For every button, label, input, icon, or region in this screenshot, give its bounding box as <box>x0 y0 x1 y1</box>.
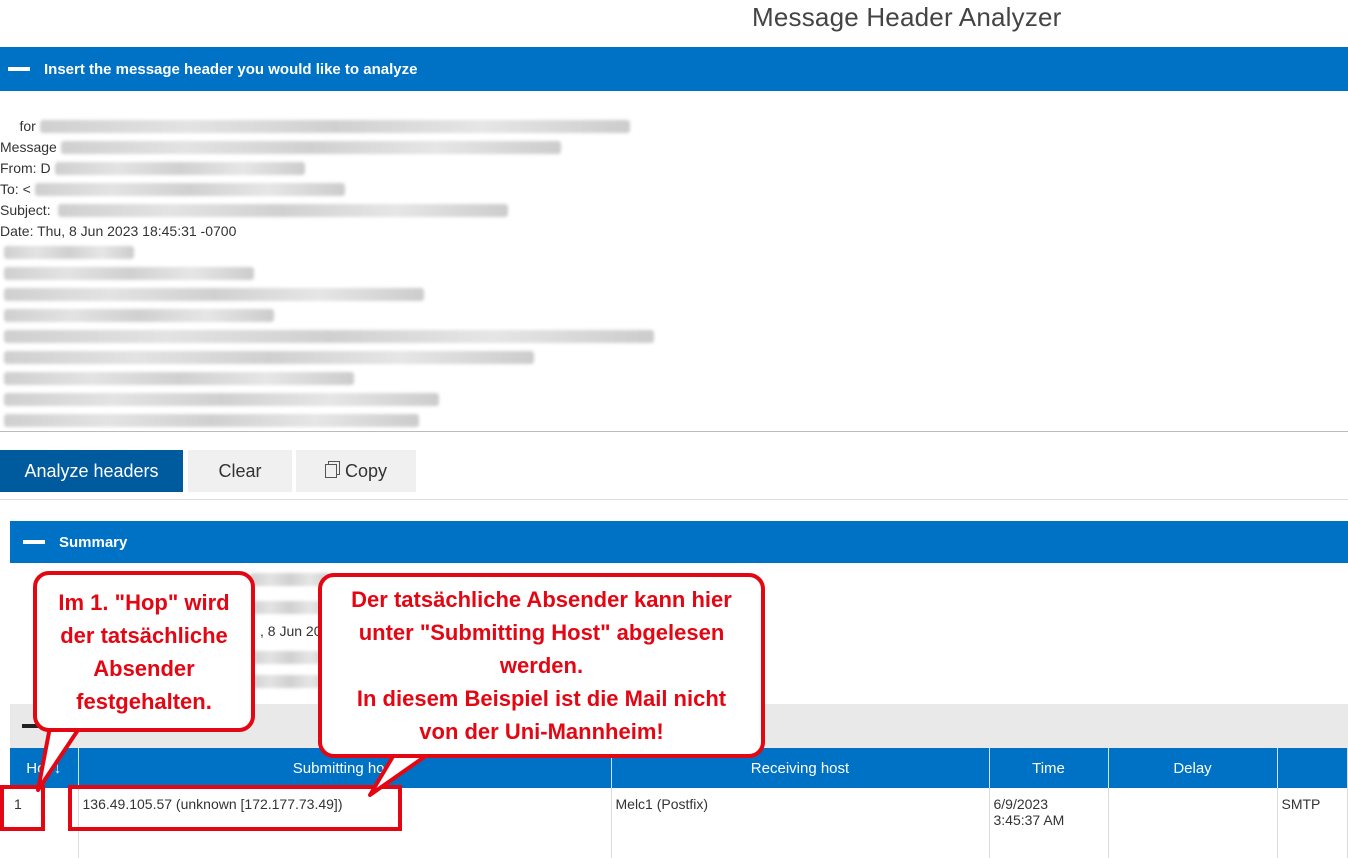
header-line <box>0 326 1348 347</box>
callout-line: von der Uni-Mannheim! <box>419 719 664 744</box>
hop-callout: Im 1. "Hop" wird der tatsächliche Absend… <box>33 571 255 732</box>
copy-button[interactable]: Copy <box>296 450 416 492</box>
insert-section-title: Insert the message header you would like… <box>44 60 418 78</box>
divider <box>0 431 1348 432</box>
redacted-text <box>4 267 254 280</box>
clear-button[interactable]: Clear <box>188 450 292 492</box>
receiving-host-cell: Melc1 (Postfix) <box>611 788 990 858</box>
collapse-icon[interactable] <box>23 540 45 544</box>
submitting-host-callout: Der tatsächliche Absender kann hier unte… <box>318 573 765 758</box>
callout-line: unter "Submitting Host" abgelesen <box>358 620 725 645</box>
header-line: From: D <box>0 158 1348 179</box>
redacted-text <box>34 183 345 196</box>
redacted-text <box>39 120 630 133</box>
column-header-delay[interactable]: Delay <box>1108 748 1278 788</box>
app-title: Message Header Analyzer <box>752 2 1062 32</box>
header-line <box>0 389 1348 410</box>
redacted-text <box>4 414 419 427</box>
column-header-protocol[interactable] <box>1277 748 1348 788</box>
header-line: Message <box>0 137 1348 158</box>
header-line-label: Subject: <box>0 202 55 218</box>
redacted-text <box>58 204 509 217</box>
callout-line: Im 1. "Hop" wird <box>58 589 230 615</box>
redacted-text <box>4 330 654 343</box>
header-input[interactable]: for Message From: D To: < Subject: Date: Thu… <box>0 95 1348 431</box>
callout-line: werden. <box>499 653 584 678</box>
header-line-label: Message <box>0 139 57 155</box>
summary-date-fragment: , 8 Jun 20 <box>260 623 322 639</box>
header-line-label: Date: Thu, 8 Jun 2023 18:45:31 -0700 <box>0 223 237 239</box>
header-line-label: From: D <box>0 160 51 176</box>
header-line <box>0 410 1348 431</box>
redacted-text <box>4 372 354 385</box>
hop-highlight-box <box>0 785 45 831</box>
header-line: for <box>0 116 1348 137</box>
time-clock: 3:45:37 AM <box>993 812 1065 828</box>
submitting-host-highlight-box <box>68 785 402 831</box>
header-line-label: To: < <box>0 181 31 197</box>
callout-line: In diesem Beispiel ist die Mail nicht <box>356 686 727 711</box>
header-line <box>0 95 1348 116</box>
time-date: 6/9/2023 <box>993 796 1049 812</box>
callout-line: festgehalten. <box>76 688 212 714</box>
callout-line: Absender <box>93 655 195 681</box>
divider <box>0 499 1348 500</box>
header-line <box>0 242 1348 263</box>
summary-section-title: Summary <box>59 533 128 551</box>
header-line-label: for <box>0 118 36 134</box>
redacted-text <box>4 351 534 364</box>
redacted-text <box>4 309 274 322</box>
column-header-hop[interactable]: Hop↓ <box>10 748 79 788</box>
time-cell: 6/9/2023 3:45:37 AM <box>989 788 1109 858</box>
redacted-text <box>54 162 305 175</box>
header-line <box>0 368 1348 389</box>
column-header-time[interactable]: Time <box>989 748 1109 788</box>
header-line <box>0 284 1348 305</box>
header-line <box>0 347 1348 368</box>
callout-line: Der tatsächliche Absender kann hier <box>351 587 732 612</box>
insert-section-header[interactable]: Insert the message header you would like… <box>0 47 1348 91</box>
header-line <box>0 263 1348 284</box>
redacted-text <box>4 246 134 259</box>
copy-button-label: Copy <box>344 460 388 481</box>
redacted-text <box>4 288 424 301</box>
header-line: Subject: <box>0 200 1348 221</box>
collapse-icon[interactable] <box>8 67 30 71</box>
delay-cell <box>1108 788 1278 858</box>
analyze-headers-button[interactable]: Analyze headers <box>0 450 183 492</box>
header-line: Date: Thu, 8 Jun 2023 18:45:31 -0700 <box>0 221 1348 242</box>
header-line <box>0 305 1348 326</box>
redacted-text <box>4 393 439 406</box>
summary-section-header[interactable]: Summary <box>10 521 1348 563</box>
callout-line: der tatsächliche <box>60 622 228 648</box>
protocol-cell: SMTP <box>1277 788 1348 858</box>
redacted-text <box>60 141 561 154</box>
header-line: To: < <box>0 179 1348 200</box>
copy-icon <box>324 461 340 478</box>
